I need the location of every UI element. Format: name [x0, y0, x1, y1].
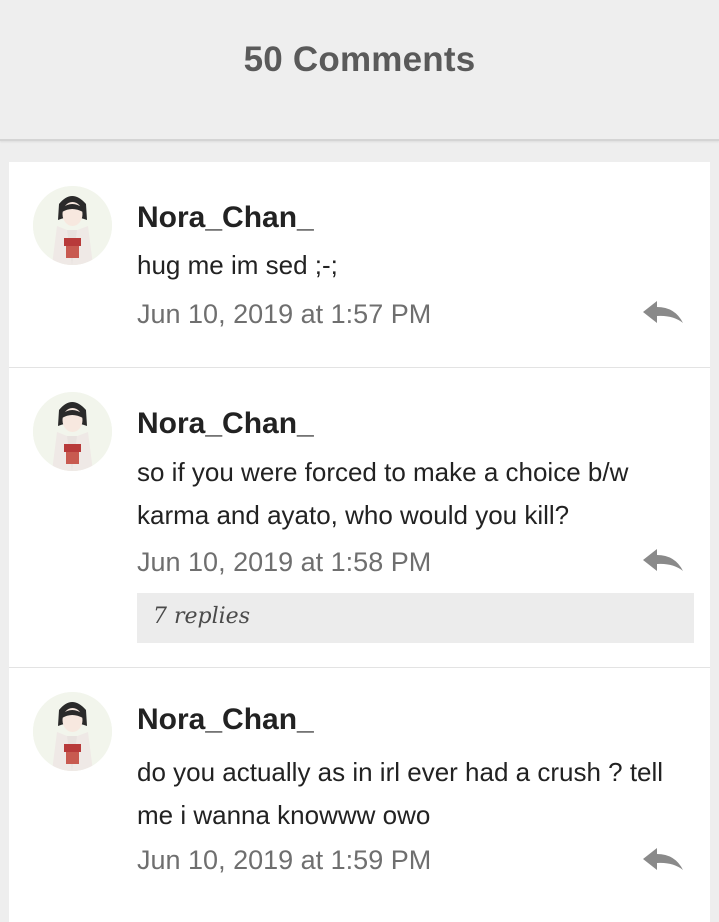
reply-arrow-icon[interactable] — [641, 547, 685, 575]
view-replies-button[interactable]: 7 replies — [137, 593, 694, 643]
anime-girl-kimono-avatar-icon — [33, 186, 112, 265]
comment-text: do you actually as in irl ever had a cru… — [137, 757, 664, 830]
comment-timestamp: Jun 10, 2019 at 1:58 PM — [137, 547, 432, 577]
replies-count-label: 7 replies — [153, 604, 250, 629]
avatar[interactable] — [33, 392, 112, 471]
comment-text: so if you were forced to make a choice b… — [137, 457, 629, 530]
comment-username[interactable]: Nora_Chan_ — [137, 201, 314, 235]
anime-girl-kimono-avatar-icon — [33, 392, 112, 471]
anime-girl-kimono-avatar-icon — [33, 692, 112, 771]
comment-timestamp: Jun 10, 2019 at 1:57 PM — [137, 299, 432, 329]
comment-item: Nora_Chan_ so if you were forced to make… — [9, 367, 710, 668]
comments-header: 50 Comments — [0, 0, 719, 141]
page-title: 50 Comments — [243, 40, 476, 79]
comment-username[interactable]: Nora_Chan_ — [137, 703, 314, 737]
avatar[interactable] — [33, 186, 112, 265]
reply-arrow-icon[interactable] — [641, 846, 685, 874]
comment-text: hug me im sed ;-; — [137, 250, 338, 280]
comment-list: Nora_Chan_ hug me im sed ;-; Jun 10, 201… — [9, 162, 710, 922]
comment-item: Nora_Chan_ hug me im sed ;-; Jun 10, 201… — [9, 162, 710, 368]
reply-arrow-icon[interactable] — [641, 299, 685, 327]
comment-item: Nora_Chan_ do you actually as in irl eve… — [9, 667, 710, 922]
comment-username[interactable]: Nora_Chan_ — [137, 407, 314, 441]
avatar[interactable] — [33, 692, 112, 771]
comment-timestamp: Jun 10, 2019 at 1:59 PM — [137, 845, 432, 875]
